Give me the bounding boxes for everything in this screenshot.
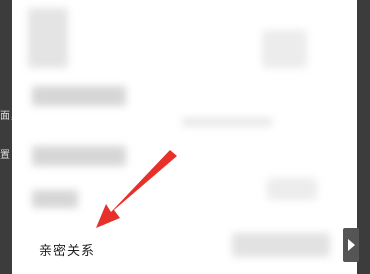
blurred-content	[267, 178, 317, 200]
play-triangle-icon[interactable]	[343, 228, 359, 262]
blurred-menu-item	[32, 86, 126, 106]
blurred-content	[28, 8, 68, 68]
blurred-content	[232, 233, 330, 257]
background-text-fragment: 置	[0, 150, 10, 161]
blurred-content	[262, 30, 307, 68]
blurred-menu-item	[32, 190, 78, 208]
blurred-content	[182, 118, 272, 126]
blurred-menu-item	[32, 146, 126, 166]
menu-item-intimate-relationship[interactable]: 亲密关系	[39, 240, 95, 259]
options-menu-panel: 亲密关系	[12, 0, 357, 274]
